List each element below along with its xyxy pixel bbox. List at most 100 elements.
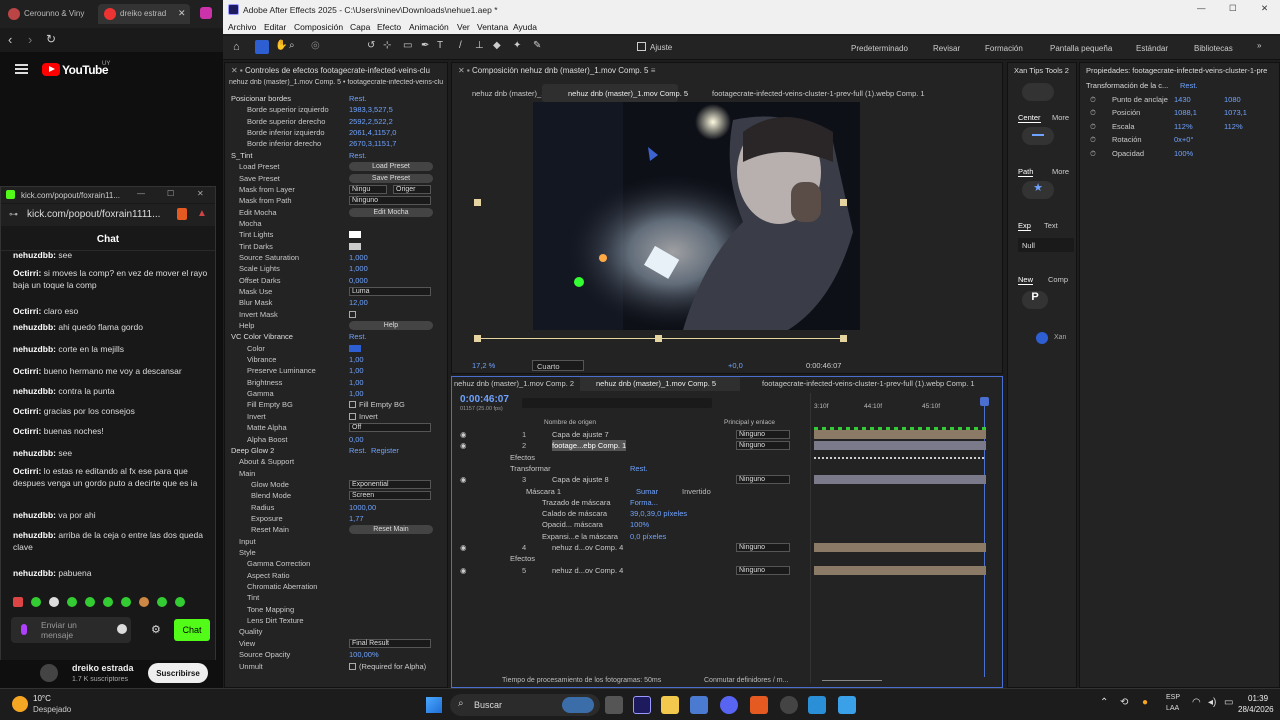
property-value[interactable]: 0x+0° bbox=[1174, 135, 1193, 144]
home-icon[interactable]: ⌂ bbox=[233, 41, 240, 53]
effect-property-name[interactable]: Vibrance bbox=[247, 354, 276, 365]
emote-icon[interactable] bbox=[31, 597, 41, 607]
emote-icon[interactable] bbox=[67, 597, 77, 607]
chat-username[interactable]: Octirri: bbox=[13, 306, 41, 316]
property-value[interactable]: 1088,1 bbox=[1174, 108, 1197, 117]
layer-duration-bar[interactable] bbox=[814, 543, 986, 552]
effect-property-name[interactable]: Tint Darks bbox=[239, 241, 273, 252]
effect-property-value[interactable]: 2670,3,1151,7 bbox=[349, 138, 396, 149]
clock-date[interactable]: 28/4/2026 bbox=[1238, 705, 1274, 714]
layer-property-value[interactable]: Rest. bbox=[630, 463, 648, 474]
effect-property-name[interactable]: Mocha bbox=[239, 218, 262, 229]
emote-icon[interactable] bbox=[121, 597, 131, 607]
hand-tool-icon[interactable]: ✋ bbox=[275, 40, 287, 51]
timeline-layer-row[interactable]: 1 ◉ Capa de ajuste 7 Ninguno bbox=[452, 429, 1004, 440]
volume-icon[interactable]: ◂) bbox=[1208, 697, 1216, 708]
chat-username[interactable]: nehuzdbb: bbox=[13, 250, 56, 260]
task-view-icon[interactable] bbox=[605, 696, 623, 714]
transform-handle[interactable] bbox=[840, 199, 847, 206]
effect-property-value[interactable]: 0,00 bbox=[349, 434, 364, 445]
layer-duration-bar[interactable] bbox=[814, 441, 986, 451]
taskbar-search[interactable]: ⌕ Buscar bbox=[450, 694, 600, 716]
stopwatch-icon[interactable]: ⏱ bbox=[1090, 135, 1096, 145]
effect-property-name[interactable]: Posicionar bordes bbox=[231, 93, 291, 104]
layer-name[interactable]: nehuz d...ov Comp. 4 bbox=[552, 565, 623, 576]
roto-tool-icon[interactable]: ✦ bbox=[513, 40, 521, 51]
workspace-estandar[interactable]: Estándar bbox=[1136, 44, 1168, 53]
effect-property-name[interactable]: View bbox=[239, 638, 255, 649]
layer-property-value[interactable]: 39,0,39,0 píxeles bbox=[630, 508, 687, 519]
effect-dropdown[interactable]: Exponential bbox=[349, 479, 431, 489]
comp-subtab[interactable]: nehuz dnb (master)_1 bbox=[472, 89, 545, 98]
star-icon[interactable]: ★ bbox=[1022, 181, 1054, 199]
parent-dropdown[interactable]: Ninguno bbox=[736, 430, 790, 439]
comp-subtab[interactable]: footagecrate-infected-veins-cluster-1-pr… bbox=[712, 89, 925, 98]
effect-property-value[interactable]: Rest. bbox=[349, 93, 367, 104]
settings-gear-icon[interactable]: ⚙ bbox=[151, 623, 161, 636]
xan-center-button[interactable] bbox=[1022, 127, 1054, 145]
anchor-tool-icon[interactable]: ⊹ bbox=[383, 40, 391, 51]
menu-capa[interactable]: Capa bbox=[350, 22, 370, 32]
back-icon[interactable]: ‹ bbox=[8, 32, 12, 47]
emote-icon[interactable] bbox=[139, 597, 149, 607]
tray-chevron-icon[interactable]: ⌃ bbox=[1100, 697, 1108, 708]
reset-link[interactable]: Rest. bbox=[349, 445, 367, 456]
emote-icon[interactable] bbox=[175, 597, 185, 607]
timeline-layer-row[interactable]: Transformar Rest. bbox=[452, 463, 1004, 474]
layer-name[interactable]: Opacid... máscara bbox=[542, 519, 603, 530]
effect-property-name[interactable]: Mask from Layer bbox=[239, 184, 295, 195]
menu-archivo[interactable]: Archivo bbox=[228, 22, 256, 32]
puppet-tool-icon[interactable]: ✎ bbox=[533, 40, 541, 51]
zoom-slider[interactable] bbox=[822, 680, 882, 681]
chat-username[interactable]: Octirri: bbox=[13, 406, 41, 416]
transform-handle[interactable] bbox=[474, 199, 481, 206]
effect-dropdown[interactable]: Ningu bbox=[349, 184, 387, 194]
effect-property-name[interactable]: Radius bbox=[251, 502, 274, 513]
xan-p-button[interactable]: P bbox=[1022, 291, 1048, 309]
effect-property-name[interactable]: Deep Glow 2 bbox=[231, 445, 274, 456]
layer-duration-bar[interactable] bbox=[814, 430, 986, 439]
parent-dropdown[interactable]: Ninguno bbox=[736, 441, 790, 451]
effect-property-name[interactable]: Reset Main bbox=[251, 524, 289, 535]
brave-icon[interactable] bbox=[750, 696, 768, 714]
layer-name[interactable]: Efectos bbox=[510, 553, 535, 564]
chat-username[interactable]: nehuzdbb: bbox=[13, 510, 56, 520]
emote-icon[interactable] bbox=[103, 597, 113, 607]
effect-property-name[interactable]: Source Opacity bbox=[239, 649, 290, 660]
timeline-timecode[interactable]: 0:00:46:07 bbox=[460, 394, 509, 405]
xan-path-tab[interactable]: Path bbox=[1018, 167, 1034, 177]
effect-property-name[interactable]: Invert bbox=[247, 411, 266, 422]
brave-shield-icon[interactable] bbox=[177, 208, 187, 220]
zoom-level[interactable]: 17,2 % bbox=[472, 361, 495, 370]
effect-property-value[interactable]: 1,00 bbox=[349, 365, 364, 376]
effect-property-name[interactable]: Borde inferior derecho bbox=[247, 138, 321, 149]
xan-center-tab[interactable]: Center bbox=[1018, 113, 1041, 123]
clock-time[interactable]: 01:39 bbox=[1248, 694, 1268, 703]
stopwatch-icon[interactable]: ⏱ bbox=[1090, 122, 1096, 132]
timeline-layer-row[interactable]: Opacid... máscara 100% bbox=[452, 519, 1004, 530]
timeline-layer-row[interactable]: 5 ◉ nehuz d...ov Comp. 4 Ninguno bbox=[452, 565, 1004, 576]
chat-username[interactable]: nehuzdbb: bbox=[13, 344, 56, 354]
parent-dropdown[interactable]: Ninguno bbox=[736, 565, 790, 575]
effect-property-name[interactable]: Tone Mapping bbox=[247, 604, 294, 615]
effect-property-name[interactable]: Scale Lights bbox=[239, 263, 280, 274]
language-code[interactable]: ESP bbox=[1166, 694, 1180, 701]
effect-property-value[interactable]: 2061,4,1157,0 bbox=[349, 127, 396, 138]
effect-property-name[interactable]: Borde superior derecho bbox=[247, 116, 325, 127]
xan-exp-tab[interactable]: Exp bbox=[1018, 221, 1031, 231]
timeline-layer-row[interactable]: Calado de máscara 39,0,39,0 píxeles bbox=[452, 508, 1004, 519]
effect-property-name[interactable]: Lens Dirt Texture bbox=[247, 615, 304, 626]
effect-property-value[interactable]: 1,000 bbox=[349, 263, 368, 274]
effect-button[interactable]: Edit Mocha bbox=[349, 207, 433, 217]
effect-property-name[interactable]: Offset Darks bbox=[239, 275, 281, 286]
mask-invert-option[interactable]: Invertido bbox=[682, 486, 711, 497]
clone-tool-icon[interactable]: ⊥ bbox=[475, 40, 484, 51]
avatar[interactable] bbox=[40, 664, 58, 682]
effect-property-value[interactable]: 1,00 bbox=[349, 354, 364, 365]
effect-dropdown[interactable]: Off bbox=[349, 423, 431, 433]
timeline-layer-row[interactable]: 4 ◉ nehuz d...ov Comp. 4 Ninguno bbox=[452, 542, 1004, 553]
effect-property-name[interactable]: Gamma bbox=[247, 388, 274, 399]
workspace-pantalla-pequena[interactable]: Pantalla pequeña bbox=[1050, 44, 1112, 53]
effect-property-name[interactable]: Blur Mask bbox=[239, 297, 272, 308]
properties-tab-label[interactable]: Propiedades: footagecrate-infected-veins… bbox=[1086, 66, 1276, 75]
